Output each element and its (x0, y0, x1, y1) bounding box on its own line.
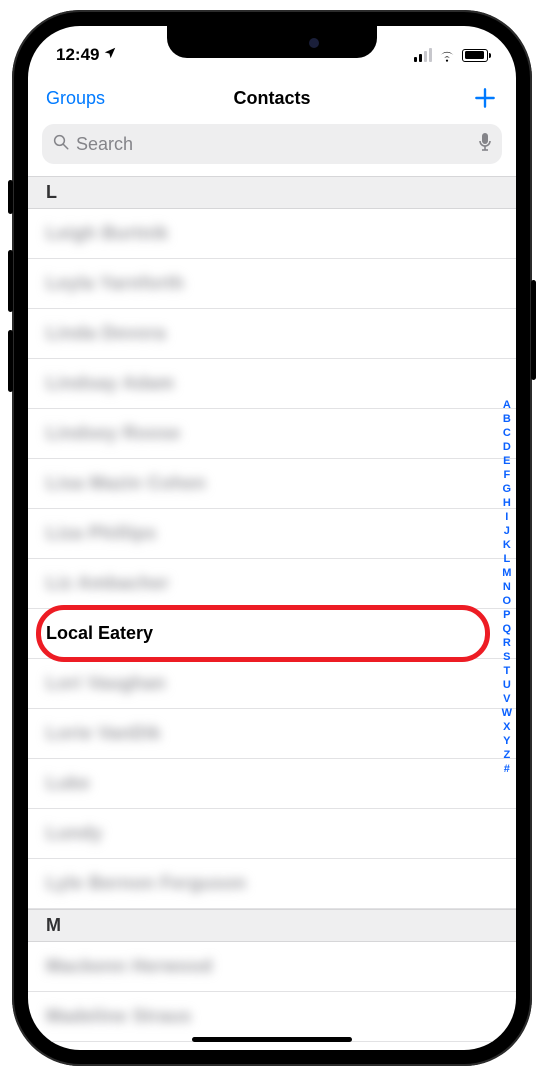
index-letter[interactable]: B (503, 412, 511, 426)
contact-row[interactable]: Liza Phillips (28, 509, 516, 559)
index-letter[interactable]: Y (503, 734, 510, 748)
contact-row[interactable]: Lyle Bernon Ferguson (28, 859, 516, 909)
home-indicator[interactable] (192, 1037, 352, 1042)
contact-row[interactable]: Local Eatery (28, 609, 516, 659)
contact-name: Mackenn Herwood (46, 956, 213, 977)
index-letter[interactable]: L (503, 552, 510, 566)
contact-name: Lisa Mazin Cohen (46, 473, 206, 494)
contact-row[interactable]: Lundy (28, 809, 516, 859)
contact-row[interactable]: Mackenn Herwood (28, 942, 516, 992)
index-letter[interactable]: I (505, 510, 508, 524)
index-letter[interactable]: N (503, 580, 511, 594)
mute-switch[interactable] (8, 180, 13, 214)
index-letter[interactable]: G (503, 482, 512, 496)
search-input[interactable]: Search (42, 124, 502, 164)
index-letter[interactable]: H (503, 496, 511, 510)
index-letter[interactable]: X (503, 720, 510, 734)
microphone-icon[interactable] (478, 132, 492, 157)
contact-row[interactable]: Liz Ambacher (28, 559, 516, 609)
index-letter[interactable]: V (503, 692, 510, 706)
nav-bar: Groups Contacts (28, 74, 516, 122)
contacts-list[interactable]: L Leigh Burtnik Leyla Yarnforth Linda Devor… (28, 176, 516, 1042)
index-letter[interactable]: Z (503, 748, 510, 762)
volume-down-button[interactable] (8, 330, 13, 392)
phone-frame: 12:49 Groups Contacts (12, 10, 532, 1066)
index-letter[interactable]: R (503, 636, 511, 650)
index-letter[interactable]: D (503, 440, 511, 454)
contact-row[interactable]: Lori Vaughan (28, 659, 516, 709)
power-button[interactable] (531, 280, 536, 380)
contact-name: Madeline Straus (46, 1006, 192, 1027)
index-letter[interactable]: W (502, 706, 512, 720)
search-icon (52, 133, 70, 156)
index-letter[interactable]: M (502, 566, 511, 580)
status-time: 12:49 (56, 45, 99, 65)
contact-name: Liza Phillips (46, 523, 157, 544)
index-letter[interactable]: T (503, 664, 510, 678)
contact-row[interactable]: Luke (28, 759, 516, 809)
section-header: L (28, 176, 516, 209)
location-arrow-icon (103, 45, 117, 65)
contact-name: Lorie VanDik (46, 723, 161, 744)
index-letter[interactable]: K (503, 538, 511, 552)
contact-row[interactable]: Lisa Mazin Cohen (28, 459, 516, 509)
groups-button[interactable]: Groups (46, 88, 105, 109)
index-letter[interactable]: E (503, 454, 510, 468)
index-letter[interactable]: S (503, 650, 510, 664)
screen: 12:49 Groups Contacts (28, 26, 516, 1050)
contact-name: Lindsey Roose (46, 423, 181, 444)
index-letter[interactable]: J (504, 524, 510, 538)
section-index[interactable]: ABCDEFGHIJKLMNOPQRSTUVWXYZ# (502, 398, 512, 776)
index-letter[interactable]: # (504, 762, 510, 776)
contact-row[interactable]: Leigh Burtnik (28, 209, 516, 259)
contact-row[interactable]: Lorie VanDik (28, 709, 516, 759)
section-header: M (28, 909, 516, 942)
notch (167, 26, 377, 58)
index-letter[interactable]: F (503, 468, 510, 482)
cellular-signal-icon (414, 48, 432, 62)
contact-name: Luke (46, 773, 90, 794)
contact-name: Local Eatery (46, 623, 153, 644)
index-letter[interactable]: P (503, 608, 510, 622)
add-contact-button[interactable] (472, 85, 498, 111)
contact-name: Lori Vaughan (46, 673, 166, 694)
contact-name: Lindsay Adam (46, 373, 174, 394)
contact-name: Lyle Bernon Ferguson (46, 873, 246, 894)
contact-name: Linda Devora (46, 323, 166, 344)
index-letter[interactable]: C (503, 426, 511, 440)
index-letter[interactable]: O (503, 594, 512, 608)
contact-row[interactable]: Linda Devora (28, 309, 516, 359)
contact-row[interactable]: Lindsay Adam (28, 359, 516, 409)
contact-name: Liz Ambacher (46, 573, 169, 594)
wifi-icon (438, 48, 456, 62)
contact-row[interactable]: Madeline Straus (28, 992, 516, 1042)
contact-name: Leigh Burtnik (46, 223, 169, 244)
contact-name: Lundy (46, 823, 103, 844)
index-letter[interactable]: U (503, 678, 511, 692)
index-letter[interactable]: Q (503, 622, 512, 636)
search-container: Search (28, 122, 516, 176)
battery-icon (462, 49, 488, 62)
contact-row[interactable]: Lindsey Roose (28, 409, 516, 459)
contact-name: Leyla Yarnforth (46, 273, 184, 294)
volume-up-button[interactable] (8, 250, 13, 312)
contact-row[interactable]: Leyla Yarnforth (28, 259, 516, 309)
index-letter[interactable]: A (503, 398, 511, 412)
search-placeholder: Search (76, 134, 472, 155)
